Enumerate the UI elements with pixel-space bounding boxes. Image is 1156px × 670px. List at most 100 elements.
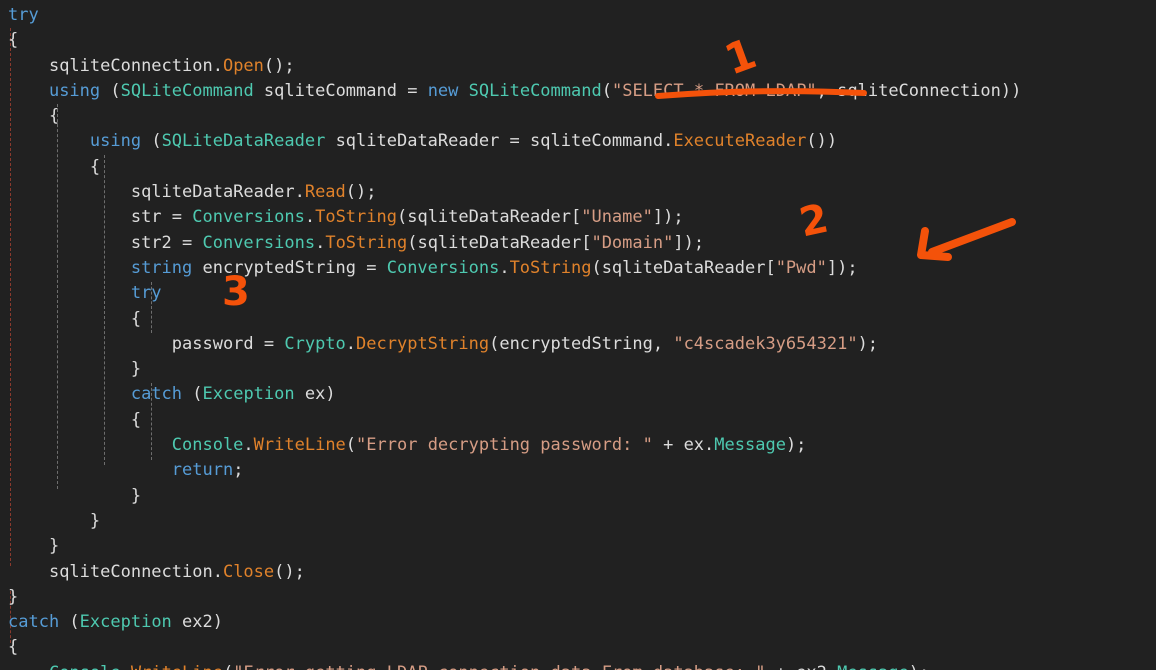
code-line[interactable]: password = Crypto.DecryptString(encrypte… <box>0 332 1156 357</box>
code-line[interactable]: str = Conversions.ToString(sqliteDataRea… <box>0 205 1156 230</box>
code-token-pln: ( <box>601 80 612 101</box>
code-line[interactable]: try <box>0 3 1156 28</box>
code-token-mth: Open <box>222 55 264 76</box>
code-token-kw: return <box>171 460 234 481</box>
code-token-pln: + ex2. <box>765 663 837 670</box>
code-line[interactable]: { <box>0 28 1156 53</box>
code-token-pln: } <box>89 510 101 531</box>
code-token-mth: WriteLine <box>131 663 223 670</box>
code-line[interactable]: sqliteConnection.Open(); <box>0 54 1156 79</box>
code-token-mth: ToString <box>325 232 408 253</box>
code-line[interactable]: { <box>0 307 1156 332</box>
code-token-mth: ToString <box>315 207 397 228</box>
code-line[interactable]: using (SQLiteCommand sqliteCommand = new… <box>0 79 1156 104</box>
code-token-mth: ToString <box>509 257 592 278</box>
code-token-kw: try <box>8 5 39 25</box>
code-token-pln: (encryptedString, <box>489 333 674 354</box>
code-token-pln: . <box>345 333 357 354</box>
code-token-pln: (sqliteDataReader[ <box>591 257 776 278</box>
code-token-pln: ( <box>141 131 162 152</box>
code-line[interactable]: catch (Exception ex) <box>0 382 1156 407</box>
code-token-kw: catch <box>8 612 60 633</box>
code-line[interactable]: try <box>0 281 1156 306</box>
code-token-pln: ]); <box>673 232 705 253</box>
code-screenshot: try{ sqliteConnection.Open(); using (SQL… <box>0 0 1156 670</box>
code-line[interactable]: string encryptedString = Conversions.ToS… <box>0 256 1156 281</box>
code-token-mth: WriteLine <box>253 435 346 456</box>
code-token-str: "SELECT * FROM LDAP" <box>611 80 817 101</box>
code-token-pln: { <box>8 30 19 51</box>
code-token-pln: ]); <box>826 257 858 278</box>
code-token-pln: ( <box>182 384 203 405</box>
code-line[interactable]: { <box>0 104 1156 129</box>
code-token-typ: Exception <box>79 612 172 633</box>
code-token-pln: ex2) <box>171 612 223 633</box>
code-token-pln: { <box>130 409 142 430</box>
code-token-pln: ); <box>785 435 807 456</box>
code-token-pln: sqliteDataReader. <box>130 182 305 203</box>
code-line[interactable]: Console.WriteLine("Error getting LDAP co… <box>0 661 1156 670</box>
code-token-mth: Close <box>222 561 275 582</box>
code-token-pln: } <box>8 586 19 607</box>
code-line[interactable]: } <box>0 484 1156 509</box>
code-token-pln: (sqliteDataReader[ <box>407 232 592 253</box>
code-token-str: "Uname" <box>581 207 653 228</box>
code-token-typ: SQLiteDataReader <box>161 131 326 152</box>
code-line[interactable]: sqliteConnection.Close(); <box>0 560 1156 585</box>
code-line[interactable]: sqliteDataReader.Read(); <box>0 180 1156 205</box>
code-token-pln: ( <box>345 435 357 456</box>
code-line[interactable]: using (SQLiteDataReader sqliteDataReader… <box>0 129 1156 154</box>
code-line[interactable]: Console.WriteLine("Error decrypting pass… <box>0 433 1156 458</box>
code-token-typ: Conversions <box>386 257 500 278</box>
code-line[interactable]: str2 = Conversions.ToString(sqliteDataRe… <box>0 231 1156 256</box>
code-line[interactable]: } <box>0 357 1156 382</box>
code-token-prop: Message <box>837 663 909 670</box>
code-line[interactable]: } <box>0 534 1156 559</box>
code-line[interactable]: { <box>0 155 1156 180</box>
code-token-mth: ExecuteReader <box>673 131 807 152</box>
code-token-pln: encryptedString = <box>192 257 387 278</box>
code-token-typ: Conversions <box>192 207 305 228</box>
code-token-typ: SQLiteCommand <box>468 80 602 101</box>
code-token-kw: using <box>89 131 142 152</box>
code-token-typ: Conversions <box>202 232 316 253</box>
code-token-kw: catch <box>130 384 183 405</box>
code-line[interactable]: catch (Exception ex2) <box>0 610 1156 635</box>
code-token-kw: string <box>130 257 193 278</box>
code-token-pln: (sqliteDataReader[ <box>396 207 582 228</box>
code-token-pln: { <box>130 308 142 329</box>
code-token-pln: ); <box>909 663 929 670</box>
code-token-str: "Error getting LDAP connection data From… <box>233 663 765 670</box>
code-editor-content[interactable]: try{ sqliteConnection.Open(); using (SQL… <box>0 0 1156 670</box>
code-token-pln: (); <box>345 182 377 203</box>
code-token-pln: . <box>304 207 316 228</box>
code-token-typ: Console <box>49 663 121 670</box>
code-token-pln: sqliteConnection. <box>48 55 223 76</box>
code-token-pln: password = <box>171 333 285 354</box>
code-token-pln: ()) <box>806 131 838 152</box>
code-line[interactable]: { <box>0 635 1156 660</box>
code-token-pln: sqliteConnection. <box>48 561 223 582</box>
code-line[interactable]: } <box>0 585 1156 610</box>
code-line[interactable]: } <box>0 509 1156 534</box>
code-token-pln: (); <box>263 55 295 76</box>
code-line[interactable]: return; <box>0 458 1156 483</box>
code-line[interactable]: { <box>0 408 1156 433</box>
code-token-pln: str = <box>130 207 193 228</box>
code-token-pln: { <box>89 156 101 177</box>
code-token-mth: DecryptString <box>356 333 490 354</box>
